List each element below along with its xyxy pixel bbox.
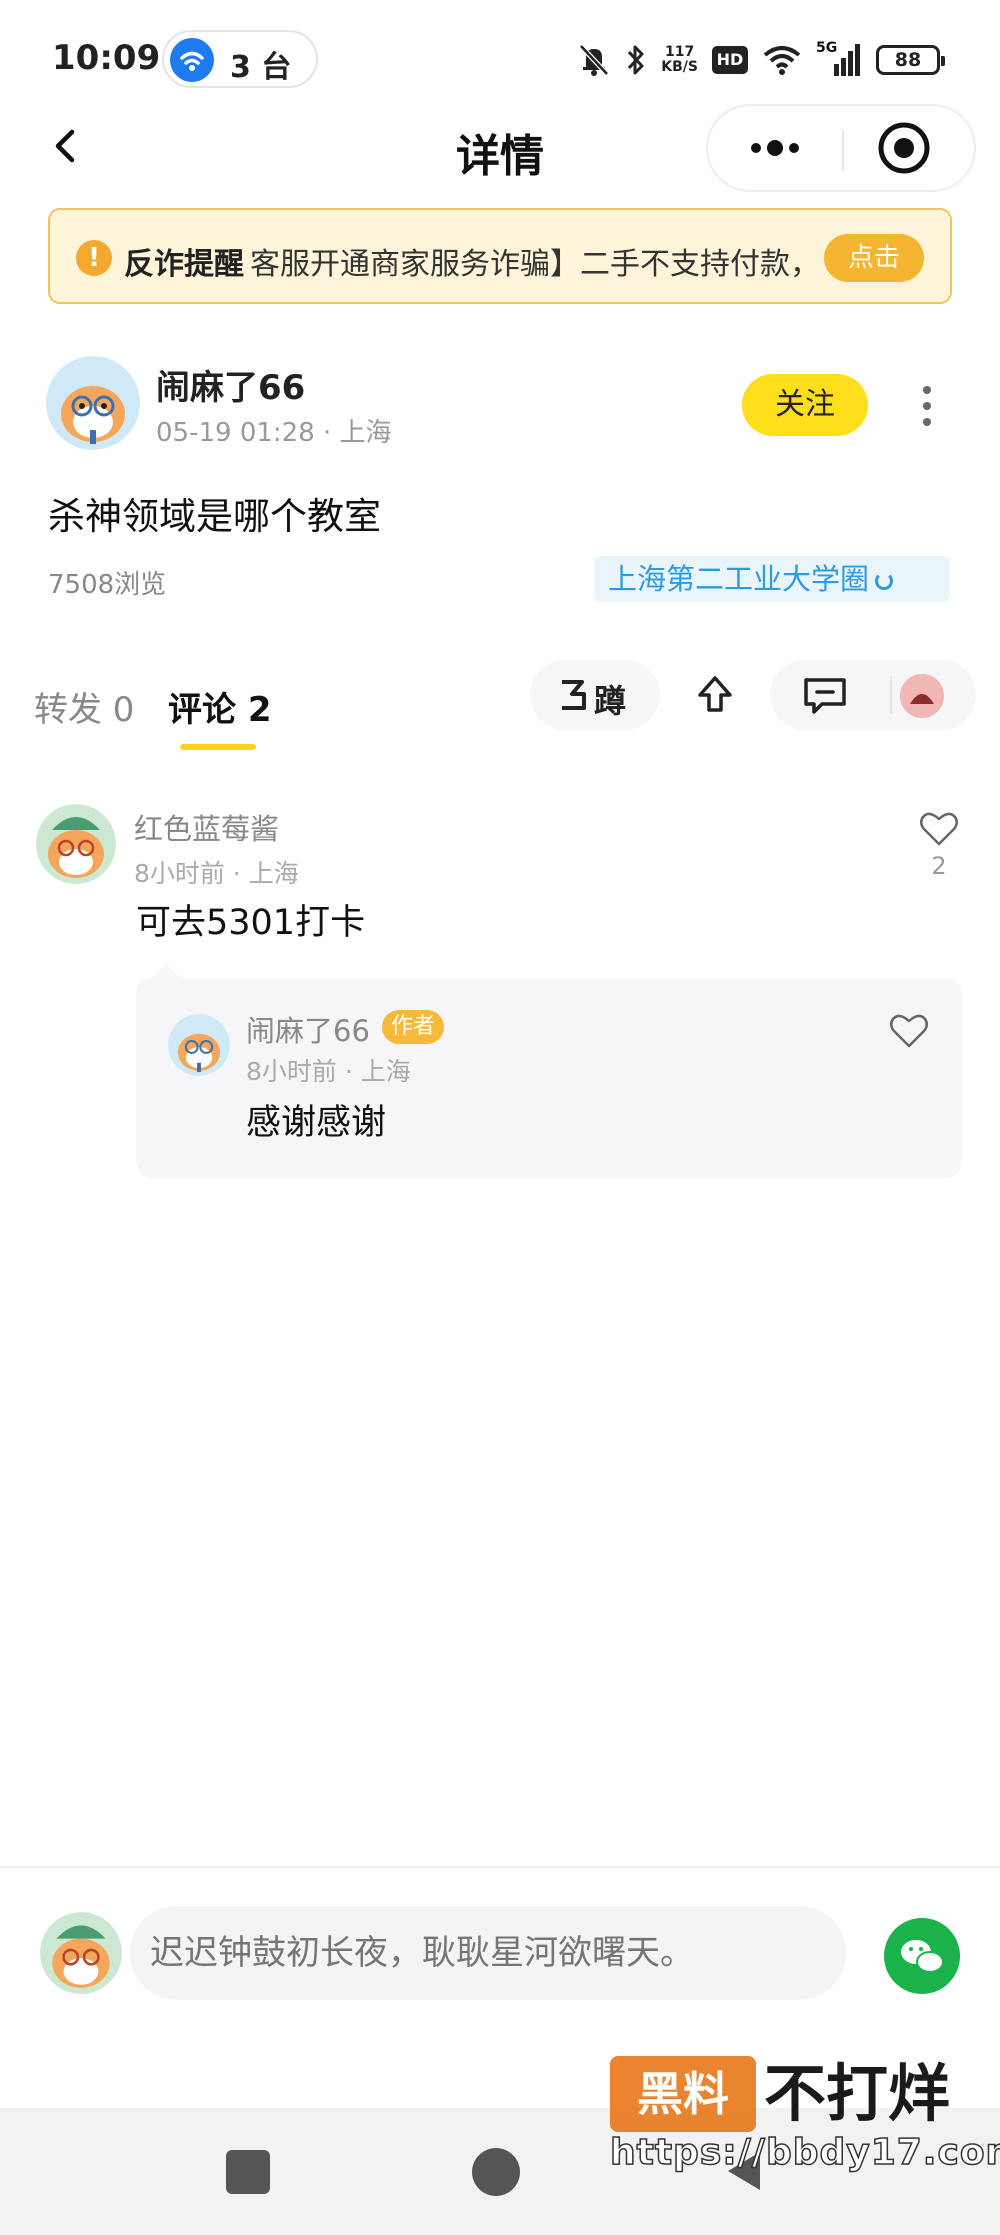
watermark-text: 不打烊 <box>764 2057 951 2130</box>
more-dots-icon <box>751 140 799 156</box>
heart-icon <box>890 1014 928 1048</box>
circle-tag-label: 上海第二工业大学圈 <box>608 562 870 596</box>
mini-program-capsule <box>706 104 976 192</box>
comment-author[interactable]: 红色蓝莓酱 <box>134 806 279 848</box>
hotspot-icon <box>170 38 214 82</box>
share-button[interactable] <box>690 670 740 720</box>
hd-icon: HD <box>712 46 748 74</box>
watermark-url: https://bbdy17.com <box>609 2131 1000 2174</box>
squat-icon <box>562 680 586 710</box>
comment-input[interactable] <box>130 1906 846 2000</box>
status-time: 10:09 <box>52 38 161 78</box>
share-up-icon <box>698 676 732 712</box>
reply-meta: 8小时前 · 上海 <box>246 1057 411 1086</box>
hotspot-indicator[interactable]: 3 台 <box>162 30 318 88</box>
comment-meta: 8小时前 · 上海 <box>134 859 299 888</box>
fraud-click-button[interactable]: 点击 <box>824 234 924 282</box>
liker-avatar[interactable] <box>900 674 944 718</box>
watermark-logo: 黑料 <box>610 2056 756 2132</box>
circle-tag[interactable]: 上海第二工业大学圈 <box>594 556 950 602</box>
follow-button[interactable]: 关注 <box>742 374 868 436</box>
reply-author[interactable]: 闹麻了66 <box>246 1008 370 1050</box>
comment-like-pill <box>770 660 976 730</box>
comment-text[interactable]: 可去5301打卡 <box>136 894 365 945</box>
comment-bubble-icon <box>804 678 846 714</box>
cell-signal: 5G <box>816 40 862 78</box>
recent-apps-button[interactable] <box>226 2150 270 2194</box>
pill-divider <box>890 676 892 714</box>
wifi-icon <box>763 46 801 75</box>
heart-icon <box>920 812 958 846</box>
bottom-divider <box>0 1866 1000 1868</box>
mute-bell-icon <box>579 44 610 76</box>
comment-like-count: 2 <box>931 852 947 880</box>
view-count: 7508浏览 <box>48 570 167 600</box>
vertical-dots-icon <box>923 386 931 426</box>
commenter-avatar[interactable] <box>36 804 116 884</box>
close-mini-program-button[interactable] <box>848 106 974 190</box>
reply-like-button[interactable] <box>888 1012 930 1050</box>
network-speed: 117 KB/S <box>661 44 698 75</box>
post-meta: 05-19 01:28 · 上海 <box>156 418 392 448</box>
comment-like-button[interactable] <box>918 810 960 848</box>
fraud-title: 反诈提醒 <box>124 247 244 282</box>
home-button[interactable] <box>472 2148 520 2196</box>
tab-forward[interactable]: 转发 0 <box>34 682 134 731</box>
reply-author-avatar[interactable] <box>168 1014 230 1076</box>
bluetooth-icon <box>628 45 644 75</box>
warning-icon: ! <box>76 240 112 276</box>
tab-comments[interactable]: 评论 2 <box>168 682 272 731</box>
more-menu-button[interactable] <box>708 106 842 190</box>
status-icons: 117 KB/S HD 5G 88 <box>577 36 945 84</box>
battery-icon: 88 <box>876 45 945 75</box>
squat-button[interactable]: 蹲 <box>530 660 660 730</box>
watermark: 黑料 不打烊 https://bbdy17.com <box>609 2052 1000 2202</box>
comment-button[interactable] <box>798 670 852 720</box>
fraud-warning-banner[interactable]: ! 反诈提醒 客服开通商家服务诈骗】二手不支持付款， 点击 <box>48 208 952 304</box>
capsule-divider <box>842 130 844 170</box>
refresh-icon <box>875 572 894 590</box>
post-author-name[interactable]: 闹麻了66 <box>156 360 305 409</box>
post-content: 杀神领域是哪个教室 <box>48 495 381 538</box>
wechat-icon <box>901 1940 944 1973</box>
reply-text[interactable]: 感谢感谢 <box>246 1094 386 1145</box>
signal-icon <box>834 44 860 76</box>
squat-label: 蹲 <box>594 682 627 720</box>
post-author-avatar[interactable] <box>46 356 140 450</box>
target-close-icon <box>878 122 930 174</box>
current-user-avatar <box>40 1912 122 1994</box>
post-more-button[interactable] <box>912 376 942 436</box>
author-badge: 作者 <box>382 1010 444 1044</box>
wechat-share-button[interactable] <box>884 1918 960 1994</box>
tab-active-indicator <box>180 744 256 750</box>
hotspot-count: 3 台 <box>230 50 292 85</box>
nav-bar: 详情 <box>0 100 1000 200</box>
fraud-text: 客服开通商家服务诈骗】二手不支持付款， <box>250 247 820 282</box>
